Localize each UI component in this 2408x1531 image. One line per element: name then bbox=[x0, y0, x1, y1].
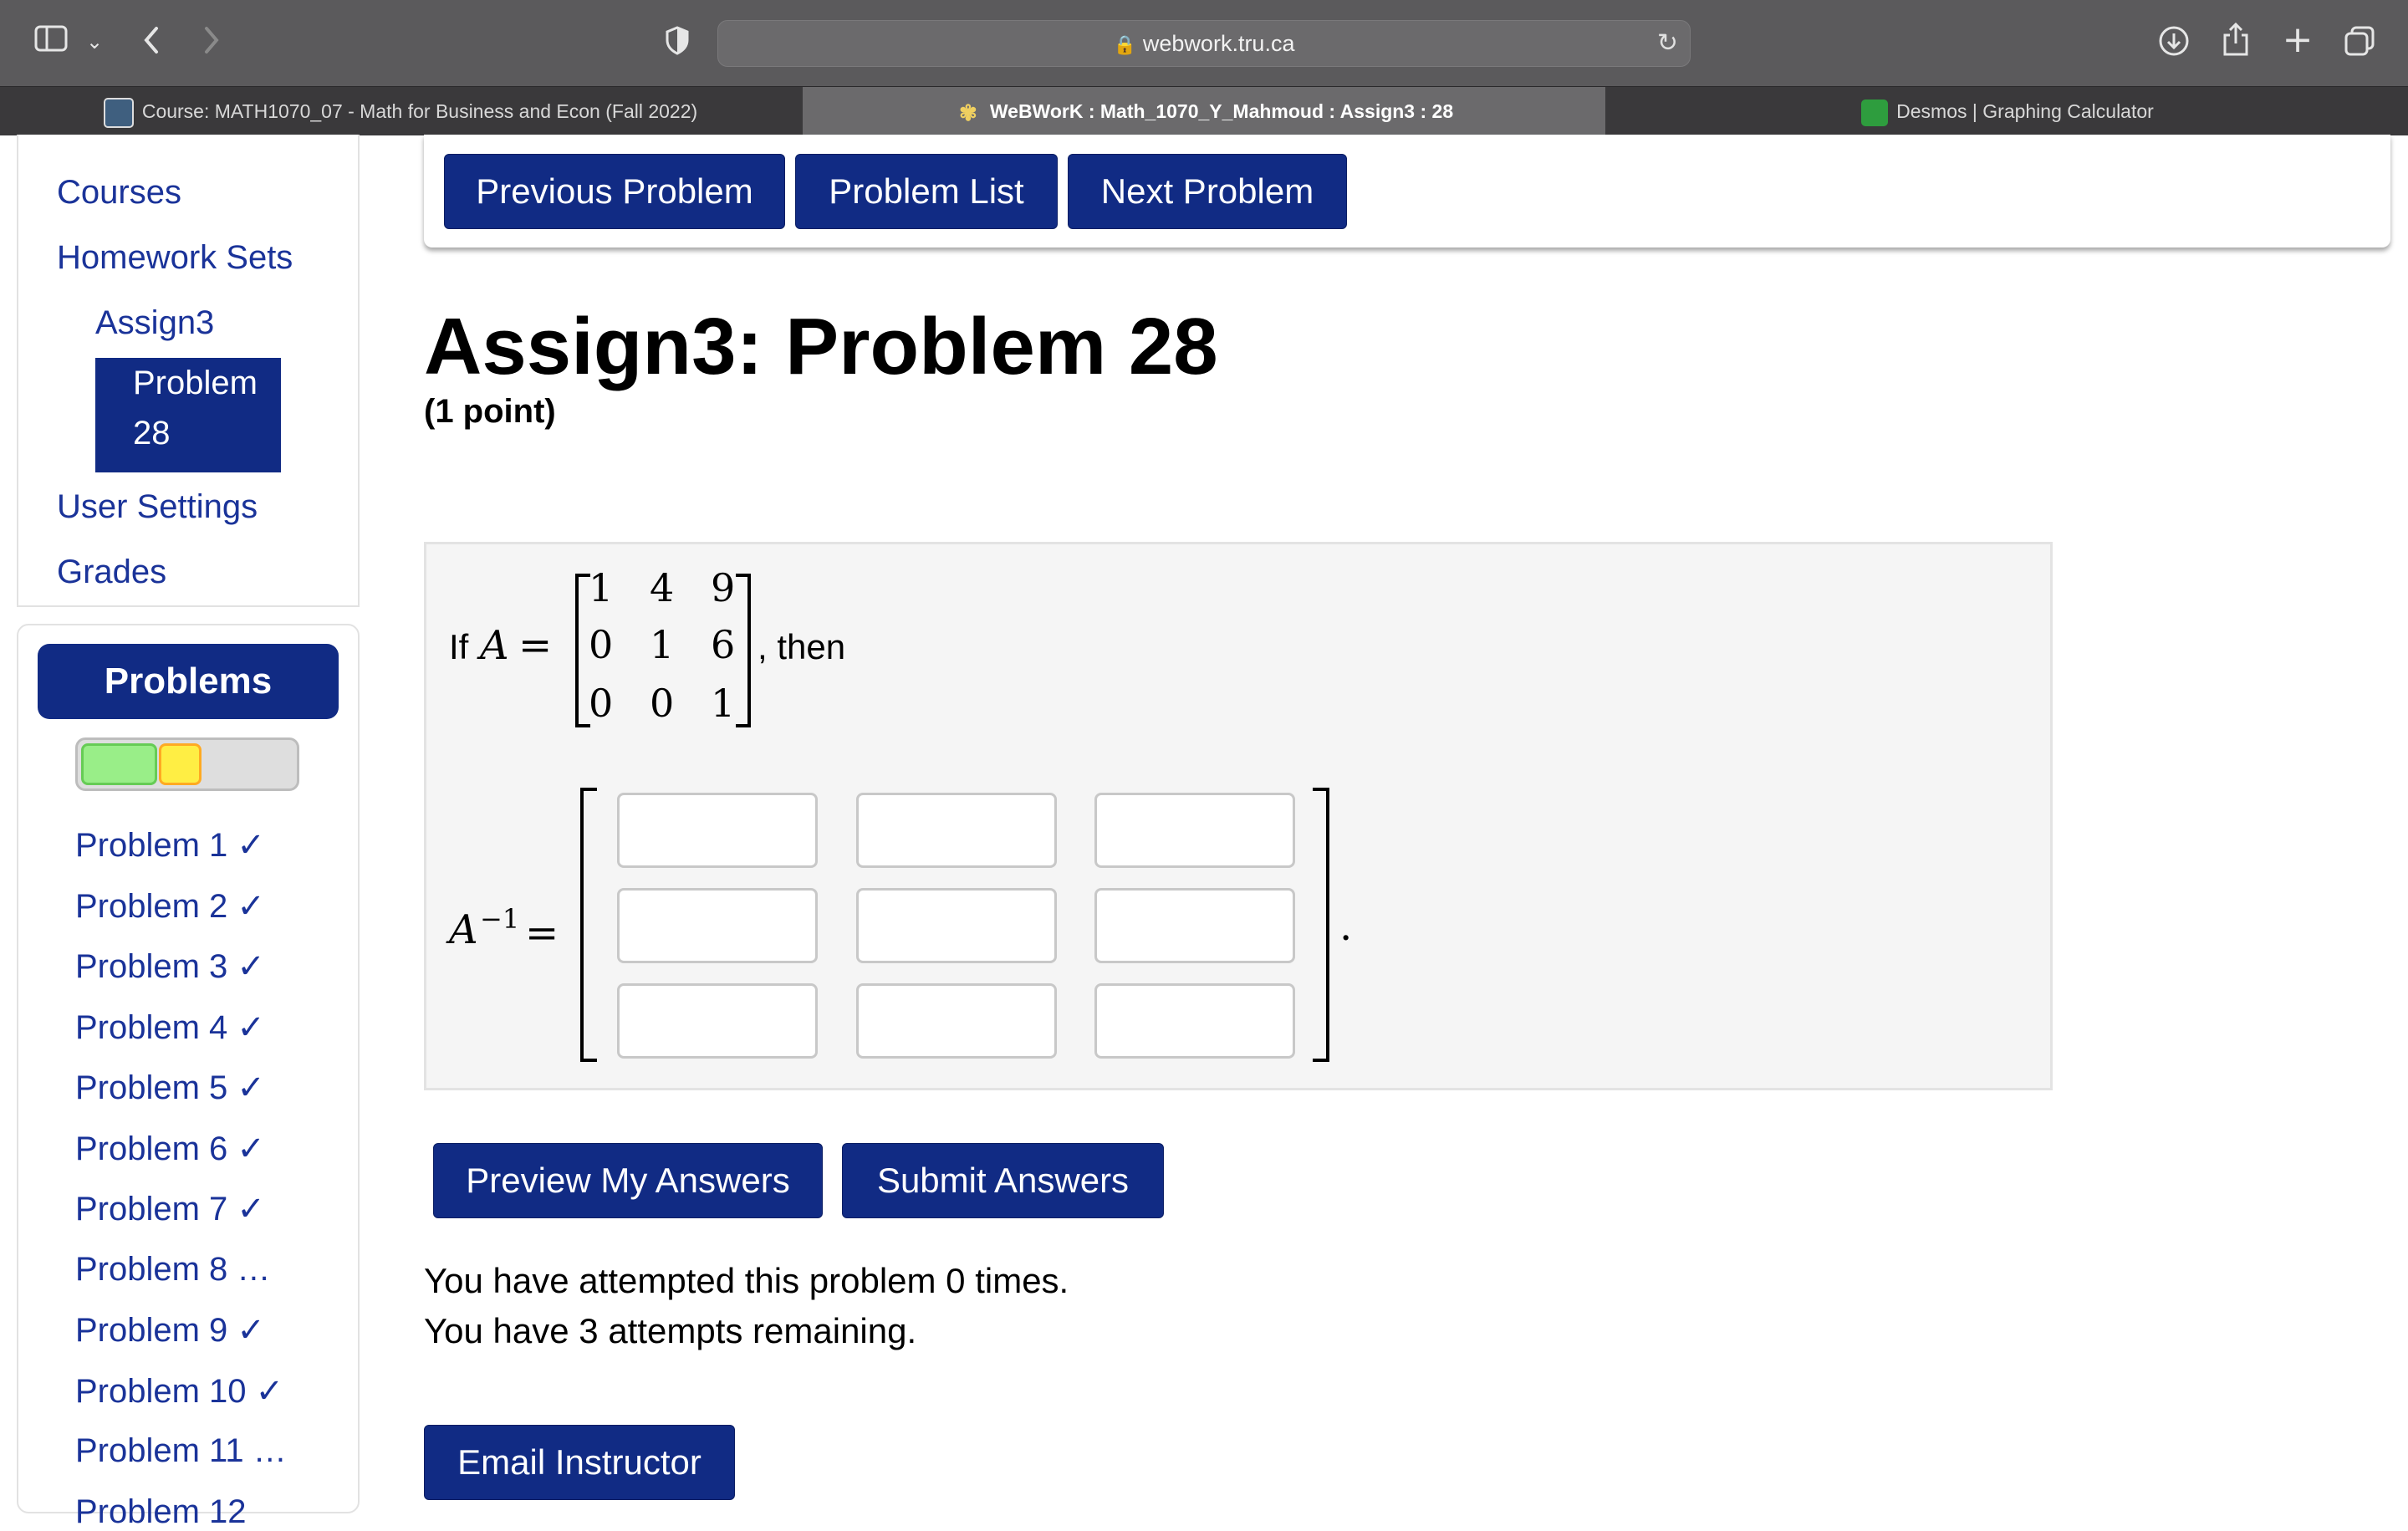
sidebar-item-grades[interactable]: Grades bbox=[57, 554, 166, 591]
share-icon[interactable] bbox=[2217, 22, 2254, 64]
answer-input-r2c3[interactable] bbox=[1094, 888, 1295, 963]
download-icon[interactable] bbox=[2155, 25, 2192, 64]
problem-list-item[interactable]: Problem 12 bbox=[75, 1493, 247, 1531]
problem-list-item[interactable]: Problem 9 ✓ bbox=[75, 1311, 265, 1350]
preview-answers-button[interactable]: Preview My Answers bbox=[433, 1143, 823, 1218]
problem-list-item[interactable]: Problem 10 ✓ bbox=[75, 1372, 283, 1411]
url-text: webwork.tru.ca bbox=[1142, 31, 1295, 56]
sidebar-toggle-icon[interactable] bbox=[32, 25, 70, 59]
problem-list-item[interactable]: Problem 6 ✓ bbox=[75, 1130, 265, 1168]
page-title: Assign3: Problem 28 bbox=[424, 302, 1218, 391]
email-instructor-button[interactable]: Email Instructor bbox=[424, 1425, 735, 1500]
answer-input-r1c3[interactable] bbox=[1094, 793, 1295, 868]
progress-correct bbox=[81, 743, 157, 785]
matrix-cell: 0 bbox=[589, 681, 614, 726]
webwork-favicon-icon: ✾ bbox=[958, 100, 977, 125]
sidebar-item-assign3[interactable]: Assign3 bbox=[95, 304, 214, 342]
answer-input-r3c3[interactable] bbox=[1094, 983, 1295, 1059]
progress-bar bbox=[75, 737, 299, 791]
problem-list-item[interactable]: Problem 7 ✓ bbox=[75, 1190, 265, 1228]
course-favicon-icon bbox=[103, 97, 134, 128]
next-problem-button[interactable]: Next Problem bbox=[1068, 154, 1347, 229]
problem-list-item[interactable]: Problem 8 … bbox=[75, 1251, 270, 1289]
matrix-cell: 6 bbox=[711, 622, 736, 667]
matrix-variable: A bbox=[480, 622, 509, 669]
problems-title: Problems bbox=[38, 644, 339, 719]
matrix-cell: 1 bbox=[650, 622, 675, 667]
inverse-exponent: −1 bbox=[480, 903, 520, 935]
shield-icon[interactable] bbox=[661, 25, 694, 63]
inverse-equals-sign: = bbox=[525, 910, 559, 957]
problem-list-button[interactable]: Problem List bbox=[795, 154, 1058, 229]
browser-toolbar: ⌄ 🔒 webwork.tru.ca ↻ + bbox=[0, 0, 2408, 86]
problem-list-item[interactable]: Problem 1 ✓ bbox=[75, 826, 265, 865]
progress-attempted bbox=[159, 743, 202, 785]
inverse-variable: A bbox=[449, 906, 478, 953]
sidebar-item-courses[interactable]: Courses bbox=[57, 174, 181, 212]
tab-desmos[interactable]: Desmos | Graphing Calculator bbox=[1607, 87, 2408, 135]
matrix-cell: 9 bbox=[711, 565, 736, 610]
answer-period: . bbox=[1339, 903, 1353, 950]
desmos-favicon-icon bbox=[1861, 99, 1889, 126]
submit-answers-button[interactable]: Submit Answers bbox=[842, 1143, 1164, 1218]
problem-list-item[interactable]: Problem 5 ✓ bbox=[75, 1069, 265, 1107]
reload-icon[interactable]: ↻ bbox=[1657, 21, 1678, 66]
previous-problem-button[interactable]: Previous Problem bbox=[444, 154, 785, 229]
answer-input-r3c2[interactable] bbox=[856, 983, 1057, 1059]
answer-input-r1c1[interactable] bbox=[617, 793, 818, 868]
answer-right-bracket bbox=[1313, 788, 1329, 1062]
answer-input-r1c2[interactable] bbox=[856, 793, 1057, 868]
answer-input-r2c1[interactable] bbox=[617, 888, 818, 963]
forward-icon[interactable] bbox=[194, 25, 227, 63]
problem-list-item[interactable]: Problem 3 ✓ bbox=[75, 947, 265, 986]
answer-input-r2c2[interactable] bbox=[856, 888, 1057, 963]
chevron-down-icon[interactable]: ⌄ bbox=[82, 25, 107, 59]
answer-left-bracket bbox=[580, 788, 597, 1062]
sidebar-item-current-problem[interactable]: Problem 28 bbox=[95, 358, 281, 472]
equals-sign: = bbox=[518, 622, 553, 669]
matrix-cell: 1 bbox=[711, 681, 736, 726]
tab-webwork[interactable]: ✾ WeBWorK : Math_1070_Y_Mahmoud : Assign3… bbox=[803, 87, 1605, 135]
answer-input-r3c1[interactable] bbox=[617, 983, 818, 1059]
tab-overview-icon[interactable] bbox=[2341, 25, 2378, 64]
lock-icon: 🔒 bbox=[1113, 34, 1136, 55]
matrix-cell: 1 bbox=[589, 565, 614, 610]
problem-points: (1 point) bbox=[424, 393, 556, 430]
sidebar-item-homework-sets[interactable]: Homework Sets bbox=[57, 239, 293, 277]
matrix-right-bracket bbox=[736, 574, 751, 727]
matrix-cell: 0 bbox=[650, 681, 675, 726]
matrix-cell: 4 bbox=[650, 565, 675, 610]
matrix-cell: 0 bbox=[589, 622, 614, 667]
back-icon[interactable] bbox=[135, 25, 169, 63]
attempts-status: You have attempted this problem 0 times. bbox=[424, 1261, 1069, 1300]
sidebar-item-user-settings[interactable]: User Settings bbox=[57, 488, 258, 526]
then-label: , then bbox=[758, 627, 846, 666]
tab-bar: Course: MATH1070_07 - Math for Business … bbox=[0, 86, 2408, 135]
if-label: If bbox=[449, 627, 469, 666]
problem-list-item[interactable]: Problem 4 ✓ bbox=[75, 1008, 265, 1047]
new-tab-icon[interactable]: + bbox=[2279, 22, 2316, 59]
tab-course[interactable]: Course: MATH1070_07 - Math for Business … bbox=[0, 87, 801, 135]
problem-list-item[interactable]: Problem 2 ✓ bbox=[75, 887, 265, 926]
current-problem-label: Problem 28 bbox=[133, 365, 258, 452]
remaining-status: You have 3 attempts remaining. bbox=[424, 1311, 917, 1350]
address-bar[interactable]: 🔒 webwork.tru.ca ↻ bbox=[717, 20, 1691, 67]
problem-list-item[interactable]: Problem 11 … bbox=[75, 1432, 287, 1470]
